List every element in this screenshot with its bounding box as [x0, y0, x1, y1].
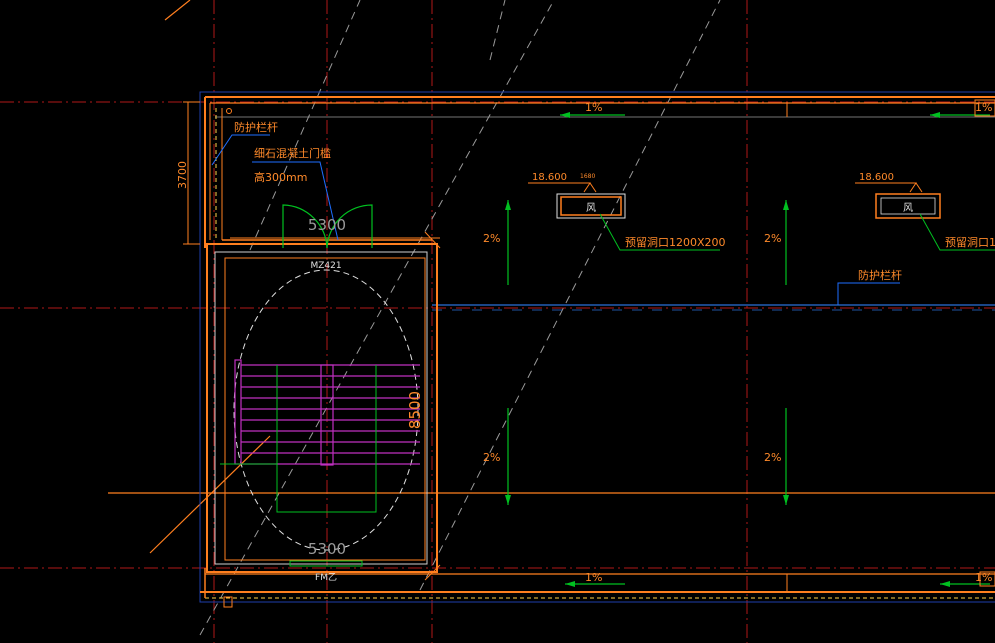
vent-right-elevation: 18.600 [859, 172, 894, 183]
vent-right-symbol: 风 [903, 202, 913, 214]
vent-left-elevation: 18.600 [532, 172, 567, 183]
dimension-vertical: 3700 [176, 161, 189, 189]
slope-bottom-left: 1% [585, 571, 602, 584]
railing-label-right: 防护栏杆 [858, 268, 902, 282]
slope-top-left: 1% [585, 101, 602, 114]
dimension-top-width: 5300 [308, 216, 346, 234]
slope-mid-right-lower: 2% [764, 451, 781, 464]
curb-note-line2: 高300mm [254, 170, 307, 184]
door-tag-top: MZ421 [310, 261, 341, 271]
slope-bottom-right: 1% [975, 571, 992, 584]
vent-left-symbol: 风 [586, 202, 596, 214]
cad-drawing-canvas[interactable]: 防护栏杆 细石混凝土门槛 高300mm 3700 5300 MZ421 8500… [0, 0, 995, 643]
slope-mid-right-upper: 2% [764, 232, 781, 245]
vent-left-tag: 1680 [580, 173, 595, 180]
vent-left-note: 预留洞口1200X200 [625, 236, 726, 249]
slope-mid-left-upper: 2% [483, 232, 500, 245]
railing-label-top: 防护栏杆 [234, 120, 278, 134]
door-tag-bottom: FM乙 [315, 572, 337, 583]
stair-dimension: 8500 [406, 391, 424, 429]
slope-mid-left-lower: 2% [483, 451, 500, 464]
slope-top-right: 1% [975, 101, 992, 114]
vent-right-note: 预留洞口120 [945, 236, 995, 249]
curb-note-line1: 细石混凝土门槛 [254, 146, 331, 160]
dimension-bottom-width: 5300 [308, 540, 346, 558]
